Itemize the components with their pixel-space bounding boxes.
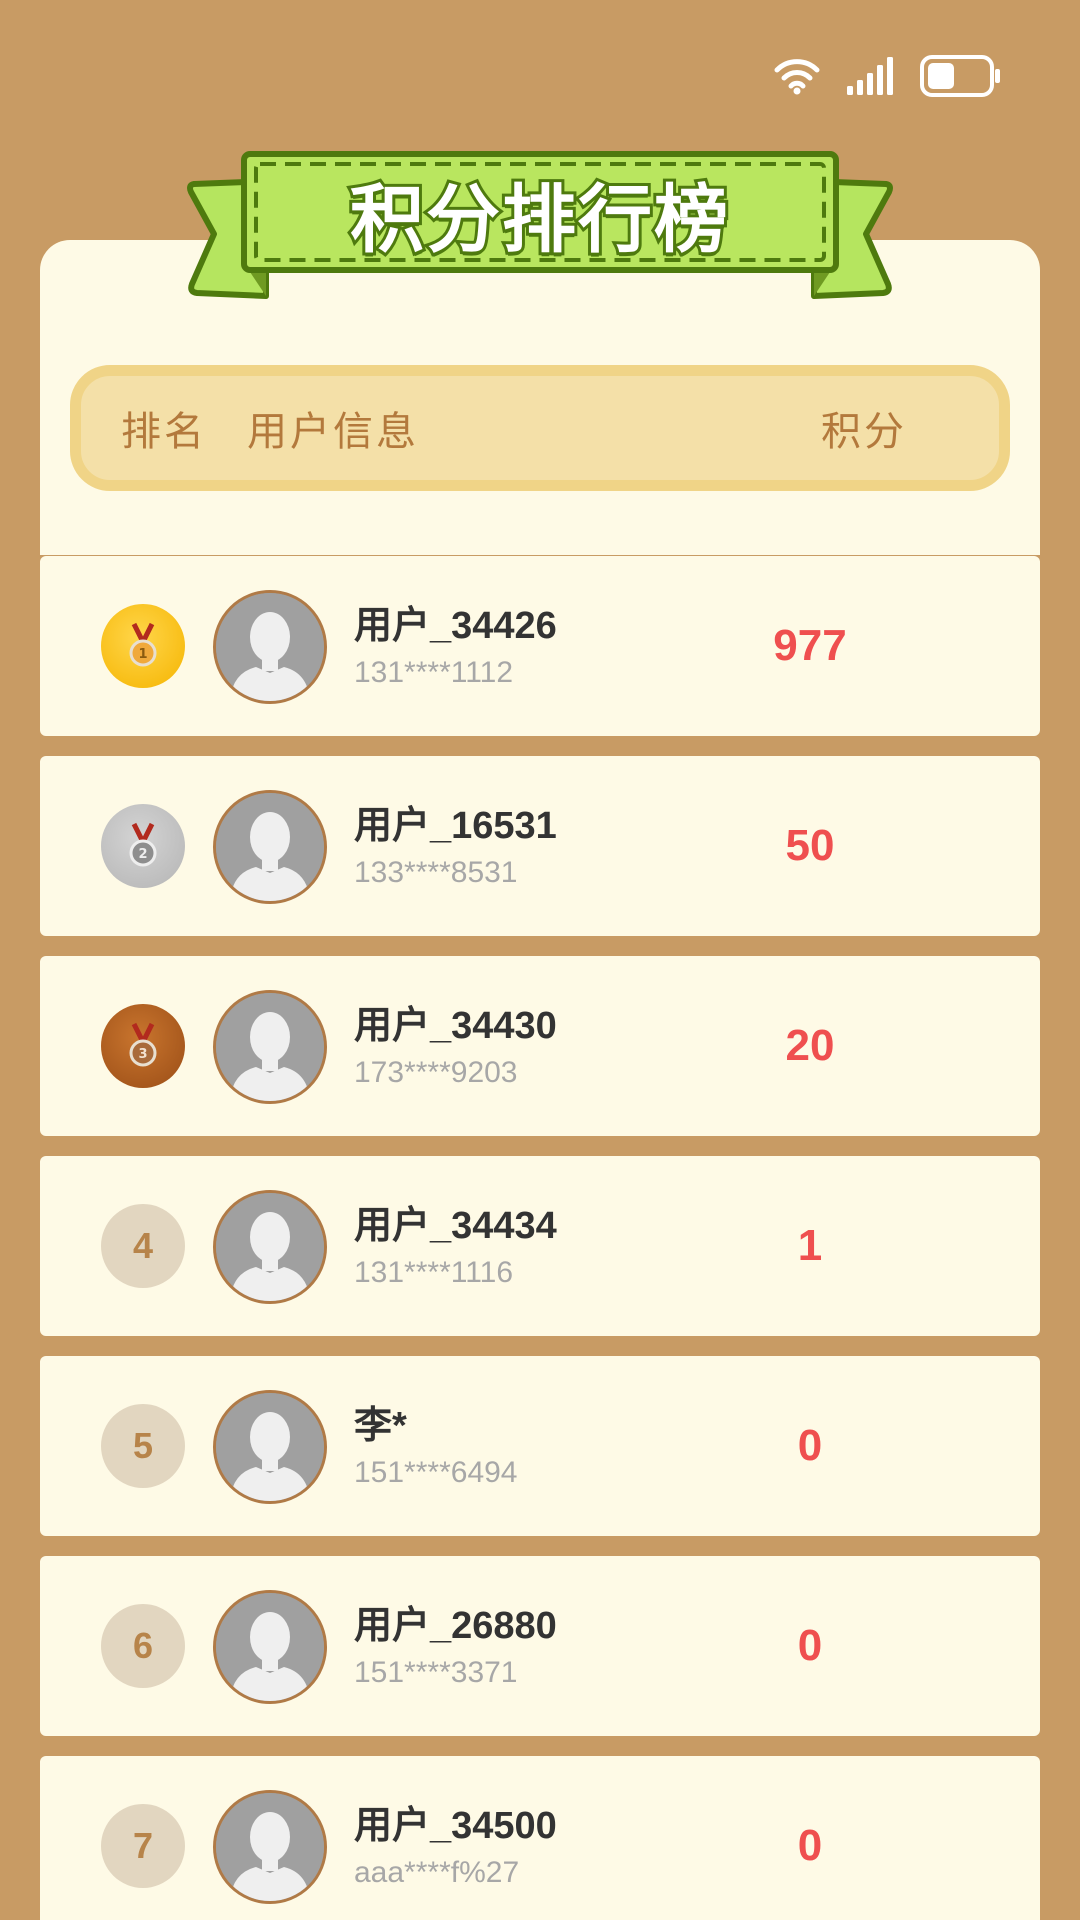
table-row[interactable]: 4 用户_34434 131****1116 1: [40, 1156, 1040, 1336]
wifi-icon: [774, 57, 820, 95]
signal-icon: [846, 56, 894, 96]
table-row[interactable]: 3 用户_34430 173****9203 20: [40, 956, 1040, 1136]
user-name: 用户_34434: [354, 1205, 557, 1247]
user-score: 0: [797, 1421, 823, 1470]
status-bar: [774, 52, 1002, 100]
table-row[interactable]: 2 用户_16531 133****8531 50: [40, 756, 1040, 936]
battery-icon: [920, 55, 1002, 97]
user-score: 977: [773, 621, 847, 670]
user-score: 0: [797, 1621, 823, 1670]
table-row[interactable]: 5 李* 151****6494 0: [40, 1356, 1040, 1536]
user-name: 用户_16531: [354, 805, 557, 847]
user-name: 李*: [354, 1405, 407, 1447]
user-score: 1: [797, 1221, 823, 1270]
avatar: [213, 790, 327, 904]
table-row[interactable]: 1 用户_34426 131****1112 977: [40, 556, 1040, 736]
user-score: 50: [785, 821, 835, 870]
user-phone: 133****8531: [354, 856, 518, 889]
user-name: 用户_34426: [354, 605, 557, 647]
svg-text:2: 2: [138, 847, 147, 862]
column-header-score: 积分: [821, 410, 907, 454]
avatar: [213, 1190, 327, 1304]
column-header-user-info: 用户信息: [247, 410, 419, 454]
avatar: [213, 590, 327, 704]
user-score: 0: [797, 1821, 823, 1870]
user-phone: 151****3371: [354, 1656, 518, 1689]
column-header-rank: 排名: [121, 410, 207, 454]
title-banner: 积分排行榜: [186, 150, 894, 302]
user-name: 用户_26880: [354, 1605, 557, 1647]
user-phone: 131****1112: [354, 656, 514, 689]
avatar: [213, 1590, 327, 1704]
avatar: [213, 990, 327, 1104]
silver-medal-icon: 2: [101, 804, 185, 888]
svg-text:3: 3: [138, 1047, 147, 1062]
user-phone: 151****6494: [354, 1456, 518, 1489]
rank-number: 4: [101, 1204, 185, 1288]
rank-number: 6: [101, 1604, 185, 1688]
bronze-medal-icon: 3: [101, 1004, 185, 1088]
rank-number: 5: [101, 1404, 185, 1488]
table-row[interactable]: 6 用户_26880 151****3371 0: [40, 1556, 1040, 1736]
table-row[interactable]: 7 用户_34500 aaa****f%27 0: [40, 1756, 1040, 1920]
avatar: [213, 1790, 327, 1904]
user-name: 用户_34430: [354, 1005, 557, 1047]
user-score: 20: [785, 1021, 835, 1070]
svg-text:1: 1: [138, 647, 147, 662]
table-header: 排名 用户信息 积分: [70, 365, 1010, 491]
rank-number: 7: [101, 1804, 185, 1888]
avatar: [213, 1390, 327, 1504]
user-phone: 131****1116: [354, 1256, 514, 1289]
user-phone: 173****9203: [354, 1056, 518, 1089]
gold-medal-icon: 1: [101, 604, 185, 688]
user-name: 用户_34500: [354, 1805, 557, 1847]
page-title: 积分排行榜: [347, 175, 731, 264]
leaderboard-screen: 积分排行榜 排名 用户信息 积分 1 用户_34426 131****1112 …: [0, 0, 1080, 1920]
user-phone: aaa****f%27: [354, 1856, 520, 1889]
